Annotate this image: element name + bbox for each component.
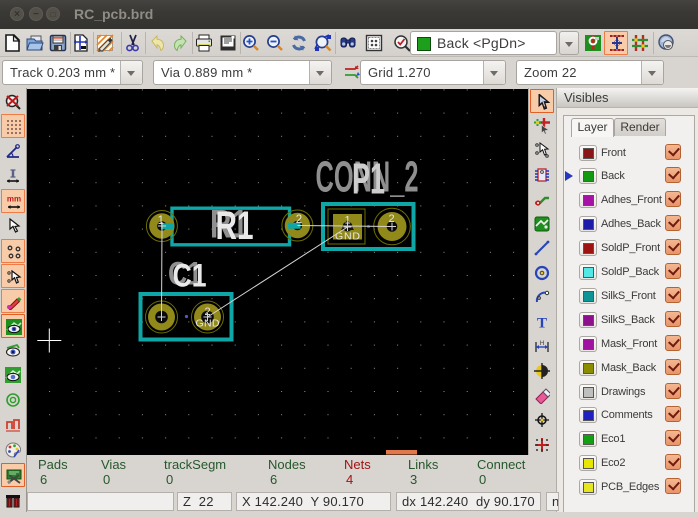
svg-text:1: 1 bbox=[158, 215, 164, 227]
svg-text:R1: R1 bbox=[216, 204, 254, 248]
svg-text:H: H bbox=[540, 341, 544, 347]
svg-text:P1: P1 bbox=[352, 155, 385, 204]
svg-text:2: 2 bbox=[296, 214, 302, 226]
svg-text:C1: C1 bbox=[173, 257, 207, 293]
svg-text:T: T bbox=[537, 316, 547, 331]
svg-text:mm: mm bbox=[7, 195, 21, 204]
